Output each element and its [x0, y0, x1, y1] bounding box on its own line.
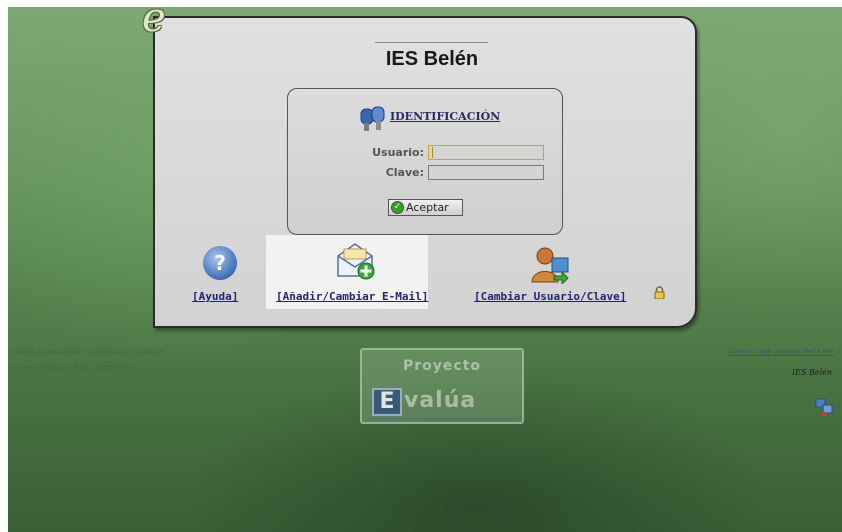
- school-name: IES Belén: [792, 368, 833, 377]
- identification-title: IDENTIFICACIÓN: [390, 110, 501, 123]
- app-logo: e: [142, 0, 166, 41]
- title-divider: [375, 42, 488, 43]
- evalua-logo: Proyecto E valúa: [360, 348, 524, 424]
- system-version-text: Sistema Evalúa v.6.45 - 2002-2011: [11, 364, 134, 372]
- help-link[interactable]: [Ayuda]: [192, 290, 238, 303]
- last-update-text: Última actualización : 22/09/2010 15:49:…: [11, 348, 163, 356]
- change-email-link[interactable]: [Añadir/Cambiar E-Mail]: [276, 290, 428, 303]
- add-email-icon[interactable]: [335, 240, 375, 280]
- accept-button[interactable]: ✓ Aceptar: [388, 199, 463, 216]
- logo-letter-e: E: [372, 388, 402, 416]
- username-label: Usuario:: [372, 146, 424, 159]
- admin-link[interactable]: Admin : José Antonio Peña Pér: [728, 348, 834, 356]
- password-label: Clave:: [385, 166, 424, 179]
- logo-underline: [372, 418, 516, 420]
- logo-word-proyecto: Proyecto: [402, 358, 481, 374]
- change-user-icon[interactable]: [530, 244, 570, 284]
- username-input[interactable]: [428, 145, 544, 160]
- page-title: IES Belén: [385, 48, 479, 70]
- check-icon: ✓: [391, 201, 404, 214]
- keys-icon: [360, 106, 385, 131]
- network-icon: [815, 398, 833, 417]
- text-caret: [432, 147, 433, 158]
- accept-button-label: Aceptar: [406, 201, 449, 214]
- logo-word-evalua: valúa: [404, 388, 477, 413]
- help-icon[interactable]: ?: [203, 246, 237, 280]
- lock-icon: [654, 286, 665, 299]
- change-credentials-link[interactable]: [Cambiar Usuario/Clave]: [474, 290, 626, 303]
- password-input[interactable]: [428, 165, 544, 180]
